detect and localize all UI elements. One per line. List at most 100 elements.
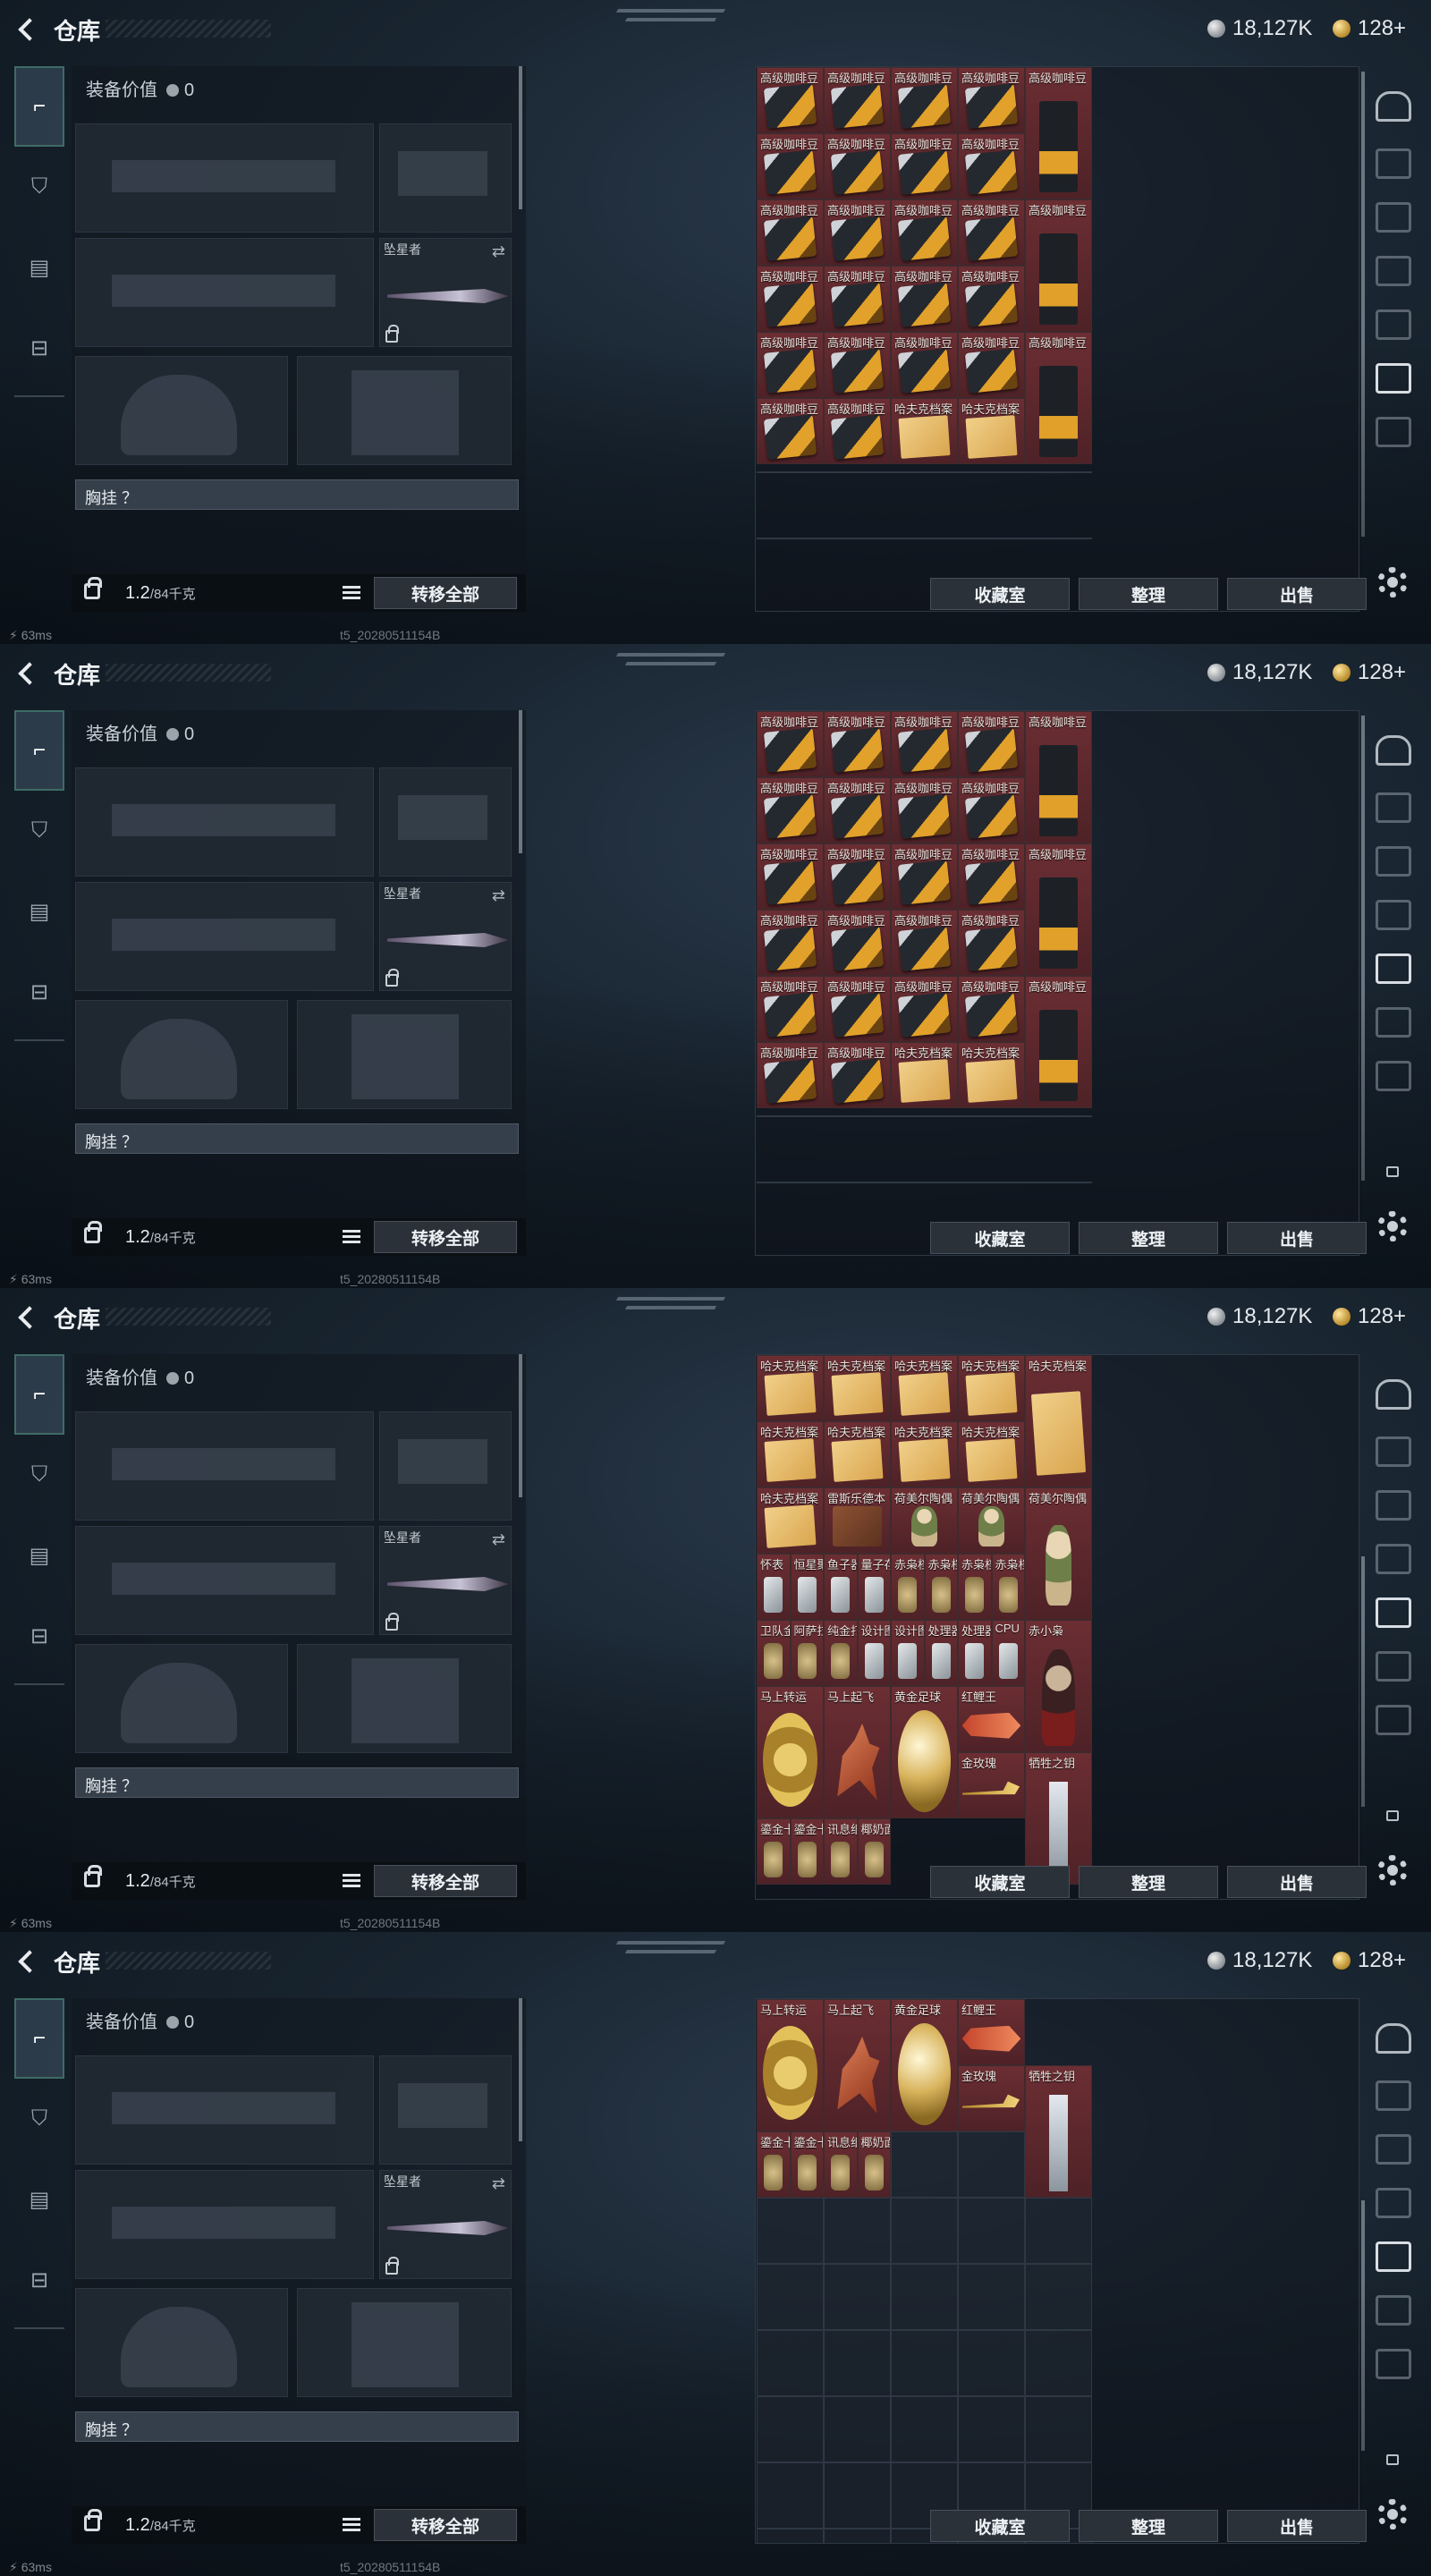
inventory-item[interactable]: 高级咖啡豆 [757, 199, 824, 266]
inventory-item[interactable]: 哈夫克档案 [757, 1355, 824, 1421]
secondary-weapon-slot[interactable] [75, 2170, 374, 2279]
inventory-item[interactable]: 高级咖啡豆 [891, 133, 958, 199]
primary-weapon-slot[interactable] [75, 1411, 374, 1521]
tab-backpack[interactable]: ⊟ [14, 308, 64, 388]
transfer-all-button[interactable]: 转移全部 [374, 1221, 517, 1253]
swap-icon[interactable]: ⇄ [492, 1530, 505, 1549]
collection-room-button[interactable]: 收藏室 [930, 1222, 1070, 1254]
inventory-item[interactable]: 荷美尔陶偶 [958, 1487, 1025, 1554]
swap-icon[interactable]: ⇄ [492, 886, 505, 905]
list-icon[interactable] [343, 1230, 360, 1244]
sell-button[interactable]: 出售 [1227, 578, 1367, 610]
inventory-item[interactable]: 哈夫克档案 [891, 1421, 958, 1487]
gear-icon[interactable] [1377, 1855, 1408, 1885]
inventory-item[interactable]: 高级咖啡豆 [958, 976, 1025, 1042]
inventory-item[interactable]: 设计图纸 [891, 1620, 925, 1686]
inventory-item[interactable]: 高级咖啡豆 [824, 843, 891, 910]
inventory-item[interactable]: 高级咖啡豆 [757, 777, 824, 843]
storage-box-icon[interactable] [1376, 1490, 1411, 1521]
tab-vest[interactable]: ▤ [14, 227, 64, 308]
inventory-item[interactable]: 高级咖啡豆 [824, 976, 891, 1042]
gear-icon[interactable] [1377, 1211, 1408, 1241]
loadout-scrollbar[interactable] [519, 66, 522, 209]
inventory-item[interactable]: 阿萨拉酒杯 [790, 1620, 824, 1686]
inventory-item[interactable]: 高级咖啡豆 [757, 711, 824, 777]
inventory-item[interactable]: 高级咖啡豆 [757, 843, 824, 910]
inventory-item[interactable]: 高级咖啡豆 [958, 711, 1025, 777]
tab-weapons[interactable]: ⌐ [14, 66, 64, 147]
storage-box-icon[interactable] [1376, 2134, 1411, 2165]
storage-box-icon[interactable] [1376, 2295, 1411, 2326]
tab-armor[interactable]: ⛉ [14, 1435, 64, 1515]
inventory-item[interactable]: 高级咖啡豆 [824, 777, 891, 843]
inventory-item[interactable]: 高级咖啡豆 [1025, 711, 1092, 843]
inventory-item[interactable]: 哈夫克档案 [757, 1421, 824, 1487]
storage-box-icon[interactable] [1376, 2241, 1411, 2272]
lock-icon[interactable] [84, 1865, 102, 1887]
inventory-item[interactable]: 哈夫克档案 [958, 1421, 1025, 1487]
tab-weapons[interactable]: ⌐ [14, 1354, 64, 1435]
sort-button[interactable]: 整理 [1079, 2510, 1218, 2542]
storage-box-icon[interactable] [1376, 792, 1411, 823]
inventory-item[interactable]: 高级咖啡豆 [824, 711, 891, 777]
inventory-item[interactable]: 高级咖啡豆 [891, 199, 958, 266]
inventory-item[interactable]: 高级咖啡豆 [1025, 976, 1092, 1108]
inventory-item[interactable]: 高级咖啡豆 [891, 332, 958, 398]
secondary-weapon-slot[interactable] [75, 238, 374, 347]
inventory-item[interactable]: 马上起飞 [824, 1686, 891, 1818]
back-arrow-icon[interactable] [14, 1304, 39, 1329]
loadout-scrollbar[interactable] [519, 1354, 522, 1497]
grid-scrollbar[interactable] [1361, 72, 1365, 537]
home-icon[interactable] [1376, 2023, 1411, 2054]
tab-backpack[interactable]: ⊟ [14, 1596, 64, 1676]
inventory-item[interactable]: 哈夫克档案 [958, 1355, 1025, 1421]
inventory-item[interactable]: 鎏金卡牌 [790, 2131, 824, 2198]
inventory-item[interactable]: 哈夫克档案 [958, 398, 1025, 464]
inventory-item[interactable]: 赤枭档案 [991, 1554, 1025, 1620]
inventory-item[interactable]: 赤枭档案 [924, 1554, 958, 1620]
inventory-item[interactable]: 高级咖啡豆 [958, 910, 1025, 976]
inventory-item[interactable]: 高级咖啡豆 [1025, 199, 1092, 332]
inventory-item[interactable]: 金玫瑰 [958, 2065, 1025, 2131]
inventory-item[interactable]: 鱼子器 [824, 1554, 858, 1620]
storage-box-icon[interactable] [1376, 1597, 1411, 1628]
transfer-all-button[interactable]: 转移全部 [374, 2509, 517, 2541]
inventory-item[interactable]: 高级咖啡豆 [1025, 67, 1092, 199]
inventory-item[interactable]: 哈夫克档案 [757, 1487, 824, 1554]
inventory-item[interactable]: 高级咖啡豆 [891, 777, 958, 843]
tab-vest[interactable]: ▤ [14, 1515, 64, 1596]
inventory-item[interactable]: 高级咖啡豆 [1025, 843, 1092, 976]
gold-currency[interactable]: 128+ [1333, 16, 1406, 41]
armor-slot[interactable] [297, 1644, 512, 1753]
inventory-item[interactable]: 马上转运 [757, 1686, 824, 1818]
gear-icon[interactable] [1377, 567, 1408, 597]
inventory-item[interactable]: 高级咖啡豆 [891, 67, 958, 133]
storage-box-icon[interactable] [1376, 1705, 1411, 1735]
pistol-slot[interactable] [379, 123, 512, 233]
pistol-slot[interactable] [379, 767, 512, 877]
inventory-item[interactable]: 纯金打火机 [824, 1620, 858, 1686]
home-icon[interactable] [1376, 735, 1411, 766]
inventory-item[interactable]: 黄金足球 [891, 1999, 958, 2131]
inventory-item[interactable]: 高级咖啡豆 [958, 332, 1025, 398]
inventory-item[interactable]: 高级咖啡豆 [757, 266, 824, 332]
swap-icon[interactable]: ⇄ [492, 242, 505, 261]
tab-weapons[interactable]: ⌐ [14, 1998, 64, 2079]
collection-room-button[interactable]: 收藏室 [930, 1866, 1070, 1898]
secondary-weapon-slot[interactable] [75, 882, 374, 991]
inventory-item[interactable]: 高级咖啡豆 [757, 910, 824, 976]
storage-box-icon[interactable] [1376, 1436, 1411, 1467]
inventory-item[interactable]: 处理器 [958, 1620, 992, 1686]
storage-box-icon[interactable] [1376, 309, 1411, 340]
gold-currency[interactable]: 128+ [1333, 660, 1406, 685]
inventory-item[interactable]: 高级咖啡豆 [757, 1042, 824, 1108]
inventory-item[interactable]: 牺牲之钥 [1025, 2065, 1092, 2198]
inventory-item[interactable]: 红鲤王 [958, 1686, 1025, 1752]
storage-box-icon[interactable] [1376, 900, 1411, 930]
storage-box-icon[interactable] [1376, 417, 1411, 447]
swap-icon[interactable]: ⇄ [492, 2174, 505, 2193]
back-arrow-icon[interactable] [14, 660, 39, 685]
list-icon[interactable] [343, 2518, 360, 2532]
inventory-item[interactable]: 哈夫克档案 [891, 1355, 958, 1421]
storage-box-icon[interactable] [1376, 846, 1411, 877]
